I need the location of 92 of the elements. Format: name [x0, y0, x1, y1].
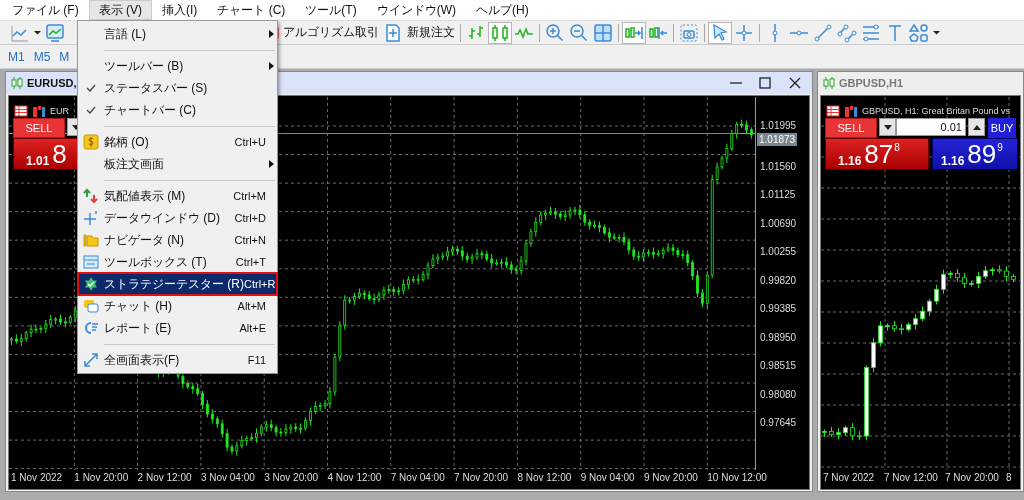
price-digits: 89 — [967, 139, 997, 169]
price-label: 0.98080 — [759, 388, 798, 401]
time-label: 3 Nov 04:00 — [200, 471, 256, 483]
menu-item[interactable]: 気配値表示 (M) Ctrl+M — [78, 185, 277, 207]
price-label: 0.98950 — [759, 331, 798, 344]
time-label: 10 Nov 12:00 — [707, 471, 768, 483]
shortcut-label: Alt+E — [239, 322, 266, 334]
timeframe-button[interactable]: M — [59, 49, 70, 64]
price-label: 0.97645 — [759, 417, 798, 430]
chart-header: GBPUSD, H1: Great Britan Pound vs — [862, 106, 1011, 116]
menu-item[interactable]: チャット (H) Alt+M — [78, 295, 277, 317]
menu-item-label: 気配値表示 (M) — [104, 187, 187, 205]
time-label: 9 Nov 04:00 — [580, 471, 636, 483]
price-label: 1.01995 — [759, 120, 798, 132]
menu-item-label: ツールボックス (T) — [104, 253, 208, 271]
price-superscript: 9 — [997, 142, 1003, 153]
shortcut-label: Ctrl+D — [234, 212, 266, 224]
menu-item[interactable]: データウインドウ (D) Ctrl+D — [78, 207, 277, 229]
buy-button[interactable]: BUY — [988, 118, 1016, 138]
price-prefix: 1.01 — [26, 154, 50, 168]
menu-item[interactable]: ステータスバー (S) — [78, 77, 277, 99]
menu-item-label: 言語 (L) — [104, 25, 147, 43]
time-label: 1 Nov 20:00 — [74, 471, 130, 483]
menu-item[interactable]: 板注文画面 — [78, 153, 277, 175]
menu-item[interactable]: 銘柄 (O) Ctrl+U — [78, 131, 277, 153]
time-label: 3 Nov 20:00 — [264, 471, 320, 483]
menu-item[interactable]: 挿入(I) — [152, 0, 208, 20]
menu-item[interactable]: ナビゲータ (N) Ctrl+N — [78, 229, 277, 251]
price-label: 1.01125 — [759, 189, 797, 202]
menu-item[interactable]: 全画面表示(F) F11 — [78, 349, 277, 371]
menu-item[interactable]: ツール(T) — [295, 0, 367, 20]
time-label: 1 Nov 2022 — [11, 471, 64, 483]
current-price-label: 1.01873 — [757, 133, 798, 146]
menu-item-label: 全画面表示(F) — [104, 351, 181, 369]
price-label: 1.00690 — [759, 217, 798, 230]
price-prefix: 1.16 — [941, 154, 965, 168]
price-label: 0.98515 — [759, 360, 798, 373]
sell-button[interactable]: SELL — [13, 118, 65, 138]
time-label: 7 Nov 20:00 — [945, 471, 1000, 483]
menu-item[interactable]: 表示 (V) — [88, 0, 152, 20]
menu-item[interactable]: ヘルプ(H) — [466, 0, 539, 20]
menu-item-label: 銘柄 (O) — [104, 133, 150, 151]
menu-item-label: チャット (H) — [104, 297, 173, 315]
time-label: 8 — [1006, 471, 1012, 483]
shortcut-label: Ctrl+M — [233, 190, 266, 202]
shortcut-label: F11 — [247, 354, 266, 366]
shortcut-label: Ctrl+U — [234, 136, 266, 148]
shortcut-label: Alt+M — [237, 300, 266, 312]
time-label: 4 Nov 12:00 — [327, 471, 383, 483]
chart-header: EUR — [50, 106, 69, 116]
price-label: 1.01560 — [759, 160, 798, 173]
price-digits: 8 — [52, 139, 67, 169]
window-title: GBPUSD,H1 — [839, 77, 904, 89]
shortcut-label: Ctrl+N — [234, 234, 266, 246]
menu-item-label: 板注文画面 — [104, 155, 165, 173]
lot-field[interactable]: 0.01 — [896, 118, 966, 136]
menu-item[interactable]: レポート (E) Alt+E — [78, 317, 277, 339]
time-label: 9 Nov 20:00 — [643, 471, 699, 483]
timeframe-button[interactable]: M1 — [8, 49, 25, 64]
price-superscript: 8 — [894, 142, 900, 153]
time-label: 7 Nov 20:00 — [454, 471, 509, 483]
menu-item-label: ナビゲータ (N) — [104, 231, 185, 249]
menu-item[interactable]: 言語 (L) — [78, 23, 277, 45]
menu-item-label: チャートバー (C) — [104, 101, 197, 119]
price-digits: 87 — [864, 139, 894, 169]
menu-item[interactable]: チャートバー (C) — [78, 99, 277, 121]
shortcut-label: Ctrl+T — [235, 256, 266, 268]
menu-item-label: ストラテジーテスター (R) — [104, 275, 244, 293]
shortcut-label: Ctrl+R — [244, 278, 276, 290]
window-title: EURUSD, — [27, 77, 77, 89]
menu-item-label: ツールバー (B) — [104, 57, 185, 75]
menu-item[interactable]: ウインドウ(W) — [366, 0, 466, 20]
time-label: 7 Nov 2022 — [823, 471, 876, 483]
menu-item[interactable]: ツールバー (B) — [78, 55, 277, 77]
price-label: 1.00255 — [759, 246, 798, 259]
menu-item-label: データウインドウ (D) — [104, 209, 221, 227]
menu-item[interactable]: チャート (C) — [207, 0, 296, 20]
sell-button[interactable]: SELL — [825, 118, 877, 138]
timeframe-button[interactable]: M5 — [33, 49, 51, 64]
time-label: 2 Nov 12:00 — [137, 471, 193, 483]
menu-item[interactable]: ストラテジーテスター (R)Ctrl+R — [78, 273, 277, 295]
menu-item-label: レポート (E) — [104, 319, 173, 337]
menu-item-label: ステータスバー (S) — [104, 79, 209, 97]
menu-item[interactable]: ツールボックス (T) Ctrl+T — [78, 251, 277, 273]
price-prefix: 1.16 — [838, 154, 862, 168]
time-label: 7 Nov 04:00 — [390, 471, 446, 483]
menu-item[interactable]: ファイル (F) — [2, 0, 89, 20]
time-label: 7 Nov 12:00 — [884, 471, 939, 483]
time-label: 8 Nov 12:00 — [517, 471, 573, 483]
price-label: 0.99820 — [759, 274, 798, 287]
toolbar-button[interactable]: 新規注文 — [381, 21, 457, 44]
price-label: 0.99385 — [759, 303, 798, 316]
